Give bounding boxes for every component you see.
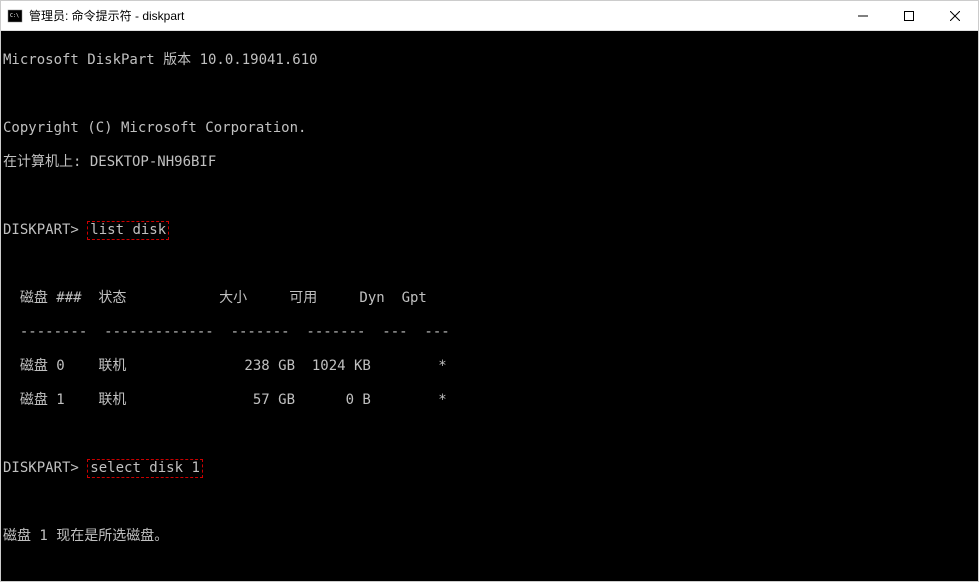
terminal-content[interactable]: Microsoft DiskPart 版本 10.0.19041.610 Cop… xyxy=(1,31,978,581)
disk-header: 磁盘 ### 状态 大小 可用 Dyn Gpt xyxy=(3,290,976,307)
disk-row-0: 磁盘 0 联机 238 GB 1024 KB * xyxy=(3,358,976,375)
prompt: DISKPART> xyxy=(3,222,79,238)
close-button[interactable] xyxy=(932,1,978,31)
disk-selected-msg: 磁盘 1 现在是所选磁盘。 xyxy=(3,528,976,545)
cmd-select-disk: select disk 1 xyxy=(87,459,203,478)
blank xyxy=(3,86,976,103)
window-controls xyxy=(840,1,978,31)
cmd-icon: C:\ xyxy=(7,8,23,24)
maximize-button[interactable] xyxy=(886,1,932,31)
copyright-line: Copyright (C) Microsoft Corporation. xyxy=(3,120,976,137)
blank xyxy=(3,256,976,273)
prompt: DISKPART> xyxy=(3,460,79,476)
prompt-line-1: DISKPART> list disk xyxy=(3,222,976,239)
version-line: Microsoft DiskPart 版本 10.0.19041.610 xyxy=(3,52,976,69)
disk-row-1: 磁盘 1 联机 57 GB 0 B * xyxy=(3,392,976,409)
window-title: 管理员: 命令提示符 - diskpart xyxy=(29,7,184,24)
titlebar[interactable]: C:\ 管理员: 命令提示符 - diskpart xyxy=(1,1,978,31)
cmd-list-disk: list disk xyxy=(87,221,169,240)
blank xyxy=(3,426,976,443)
blank xyxy=(3,494,976,511)
prompt-line-2: DISKPART> select disk 1 xyxy=(3,460,976,477)
computer-line: 在计算机上: DESKTOP-NH96BIF xyxy=(3,154,976,171)
svg-text:C:\: C:\ xyxy=(10,13,19,19)
blank xyxy=(3,562,976,579)
disk-divider: -------- ------------- ------- ------- -… xyxy=(3,324,976,341)
window: C:\ 管理员: 命令提示符 - diskpart Microsoft Disk… xyxy=(0,0,979,582)
minimize-button[interactable] xyxy=(840,1,886,31)
blank xyxy=(3,188,976,205)
